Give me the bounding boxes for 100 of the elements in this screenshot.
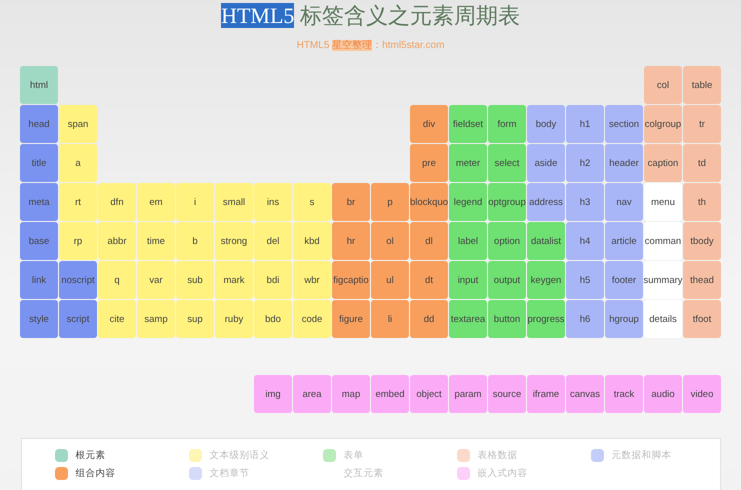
element-tile: summary — [644, 261, 682, 299]
element-tile: strong — [215, 222, 253, 260]
element-tile: cite — [98, 300, 136, 338]
element-tile: h6 — [566, 300, 604, 338]
element-tile: canvas — [566, 375, 604, 413]
element-tile: option — [488, 222, 526, 260]
element-tile: tbody — [683, 222, 721, 260]
element-tile: ul — [371, 261, 409, 299]
element-tile: tfoot — [683, 300, 721, 338]
element-tile: sup — [176, 300, 214, 338]
element-tile: textarea — [449, 300, 487, 338]
element-tile: comman — [644, 222, 682, 260]
element-tile: video — [683, 375, 721, 413]
element-tile: sub — [176, 261, 214, 299]
element-tile: address — [527, 183, 565, 221]
element-tile: keygen — [527, 261, 565, 299]
element-tile: rt — [59, 183, 97, 221]
element-tile: source — [488, 375, 526, 413]
element-tile: blockquo — [410, 183, 448, 221]
element-tile: script — [59, 300, 97, 338]
element-tile: span — [59, 105, 97, 143]
element-tile: i — [176, 183, 214, 221]
element-tile: mark — [215, 261, 253, 299]
element-tile: tr — [683, 105, 721, 143]
element-tile: del — [254, 222, 292, 260]
element-tile: dd — [410, 300, 448, 338]
page-title: HTML5 标签含义之元素周期表 — [221, 2, 520, 30]
legend-label: 文本级别语义 — [210, 448, 270, 462]
element-tile: article — [605, 222, 643, 260]
element-tile: samp — [137, 300, 175, 338]
page-subtitle: HTML5 星空整理：html5star.com — [296, 39, 444, 52]
element-tile: h5 — [566, 261, 604, 299]
element-tile: style — [20, 300, 58, 338]
element-tile: p — [371, 183, 409, 221]
element-tile: noscript — [59, 261, 97, 299]
element-tile: bdo — [254, 300, 292, 338]
element-tile: aside — [527, 144, 565, 182]
element-tile: fieldset — [449, 105, 487, 143]
element-tile: dt — [410, 261, 448, 299]
element-tile: q — [98, 261, 136, 299]
element-tile: dl — [410, 222, 448, 260]
legend-label: 嵌入式内容 — [478, 466, 528, 480]
element-tile: datalist — [527, 222, 565, 260]
element-tile: header — [605, 144, 643, 182]
legend-label: 组合内容 — [76, 466, 116, 480]
element-tile: img — [254, 375, 292, 413]
element-tile: wbr — [293, 261, 331, 299]
legend-label: 表单 — [344, 448, 364, 462]
element-tile: details — [644, 300, 682, 338]
element-tile: embed — [371, 375, 409, 413]
element-tile: html — [20, 66, 58, 104]
element-tile: dfn — [98, 183, 136, 221]
element-tile: a — [59, 144, 97, 182]
element-tile: output — [488, 261, 526, 299]
element-tile: track — [605, 375, 643, 413]
element-tile: bdi — [254, 261, 292, 299]
element-tile: select — [488, 144, 526, 182]
element-tile: nav — [605, 183, 643, 221]
element-tile: audio — [644, 375, 682, 413]
element-tile: iframe — [527, 375, 565, 413]
element-tile: h1 — [566, 105, 604, 143]
element-tile: head — [20, 105, 58, 143]
element-tile: optgroup — [488, 183, 526, 221]
element-tile: table — [683, 66, 721, 104]
element-tile: ol — [371, 222, 409, 260]
element-tile: meta — [20, 183, 58, 221]
element-tile: progress — [527, 300, 565, 338]
element-tile: ruby — [215, 300, 253, 338]
element-tile: label — [449, 222, 487, 260]
element-tile: base — [20, 222, 58, 260]
element-tile: kbd — [293, 222, 331, 260]
element-tile: object — [410, 375, 448, 413]
element-tile: code — [293, 300, 331, 338]
element-tile: thead — [683, 261, 721, 299]
element-tile: area — [293, 375, 331, 413]
element-tile: form — [488, 105, 526, 143]
element-tile: em — [137, 183, 175, 221]
element-tile: body — [527, 105, 565, 143]
element-tile: caption — [644, 144, 682, 182]
element-tile: meter — [449, 144, 487, 182]
element-tile: small — [215, 183, 253, 221]
element-tile: s — [293, 183, 331, 221]
element-tile: link — [20, 261, 58, 299]
legend-label: 元数据和脚本 — [612, 448, 672, 462]
element-tile: colgroup — [644, 105, 682, 143]
element-tile: hgroup — [605, 300, 643, 338]
element-tile: section — [605, 105, 643, 143]
element-tile: figure — [332, 300, 370, 338]
element-tile: rp — [59, 222, 97, 260]
element-tile: td — [683, 144, 721, 182]
element-tile: menu — [644, 183, 682, 221]
legend-label: 根元素 — [76, 448, 106, 462]
element-tile: button — [488, 300, 526, 338]
legend-label: 交互元素 — [344, 466, 384, 480]
element-tile: b — [176, 222, 214, 260]
element-tile: map — [332, 375, 370, 413]
element-tile: pre — [410, 144, 448, 182]
element-tile: h4 — [566, 222, 604, 260]
element-tile: time — [137, 222, 175, 260]
element-tile: figcaptio — [332, 261, 370, 299]
